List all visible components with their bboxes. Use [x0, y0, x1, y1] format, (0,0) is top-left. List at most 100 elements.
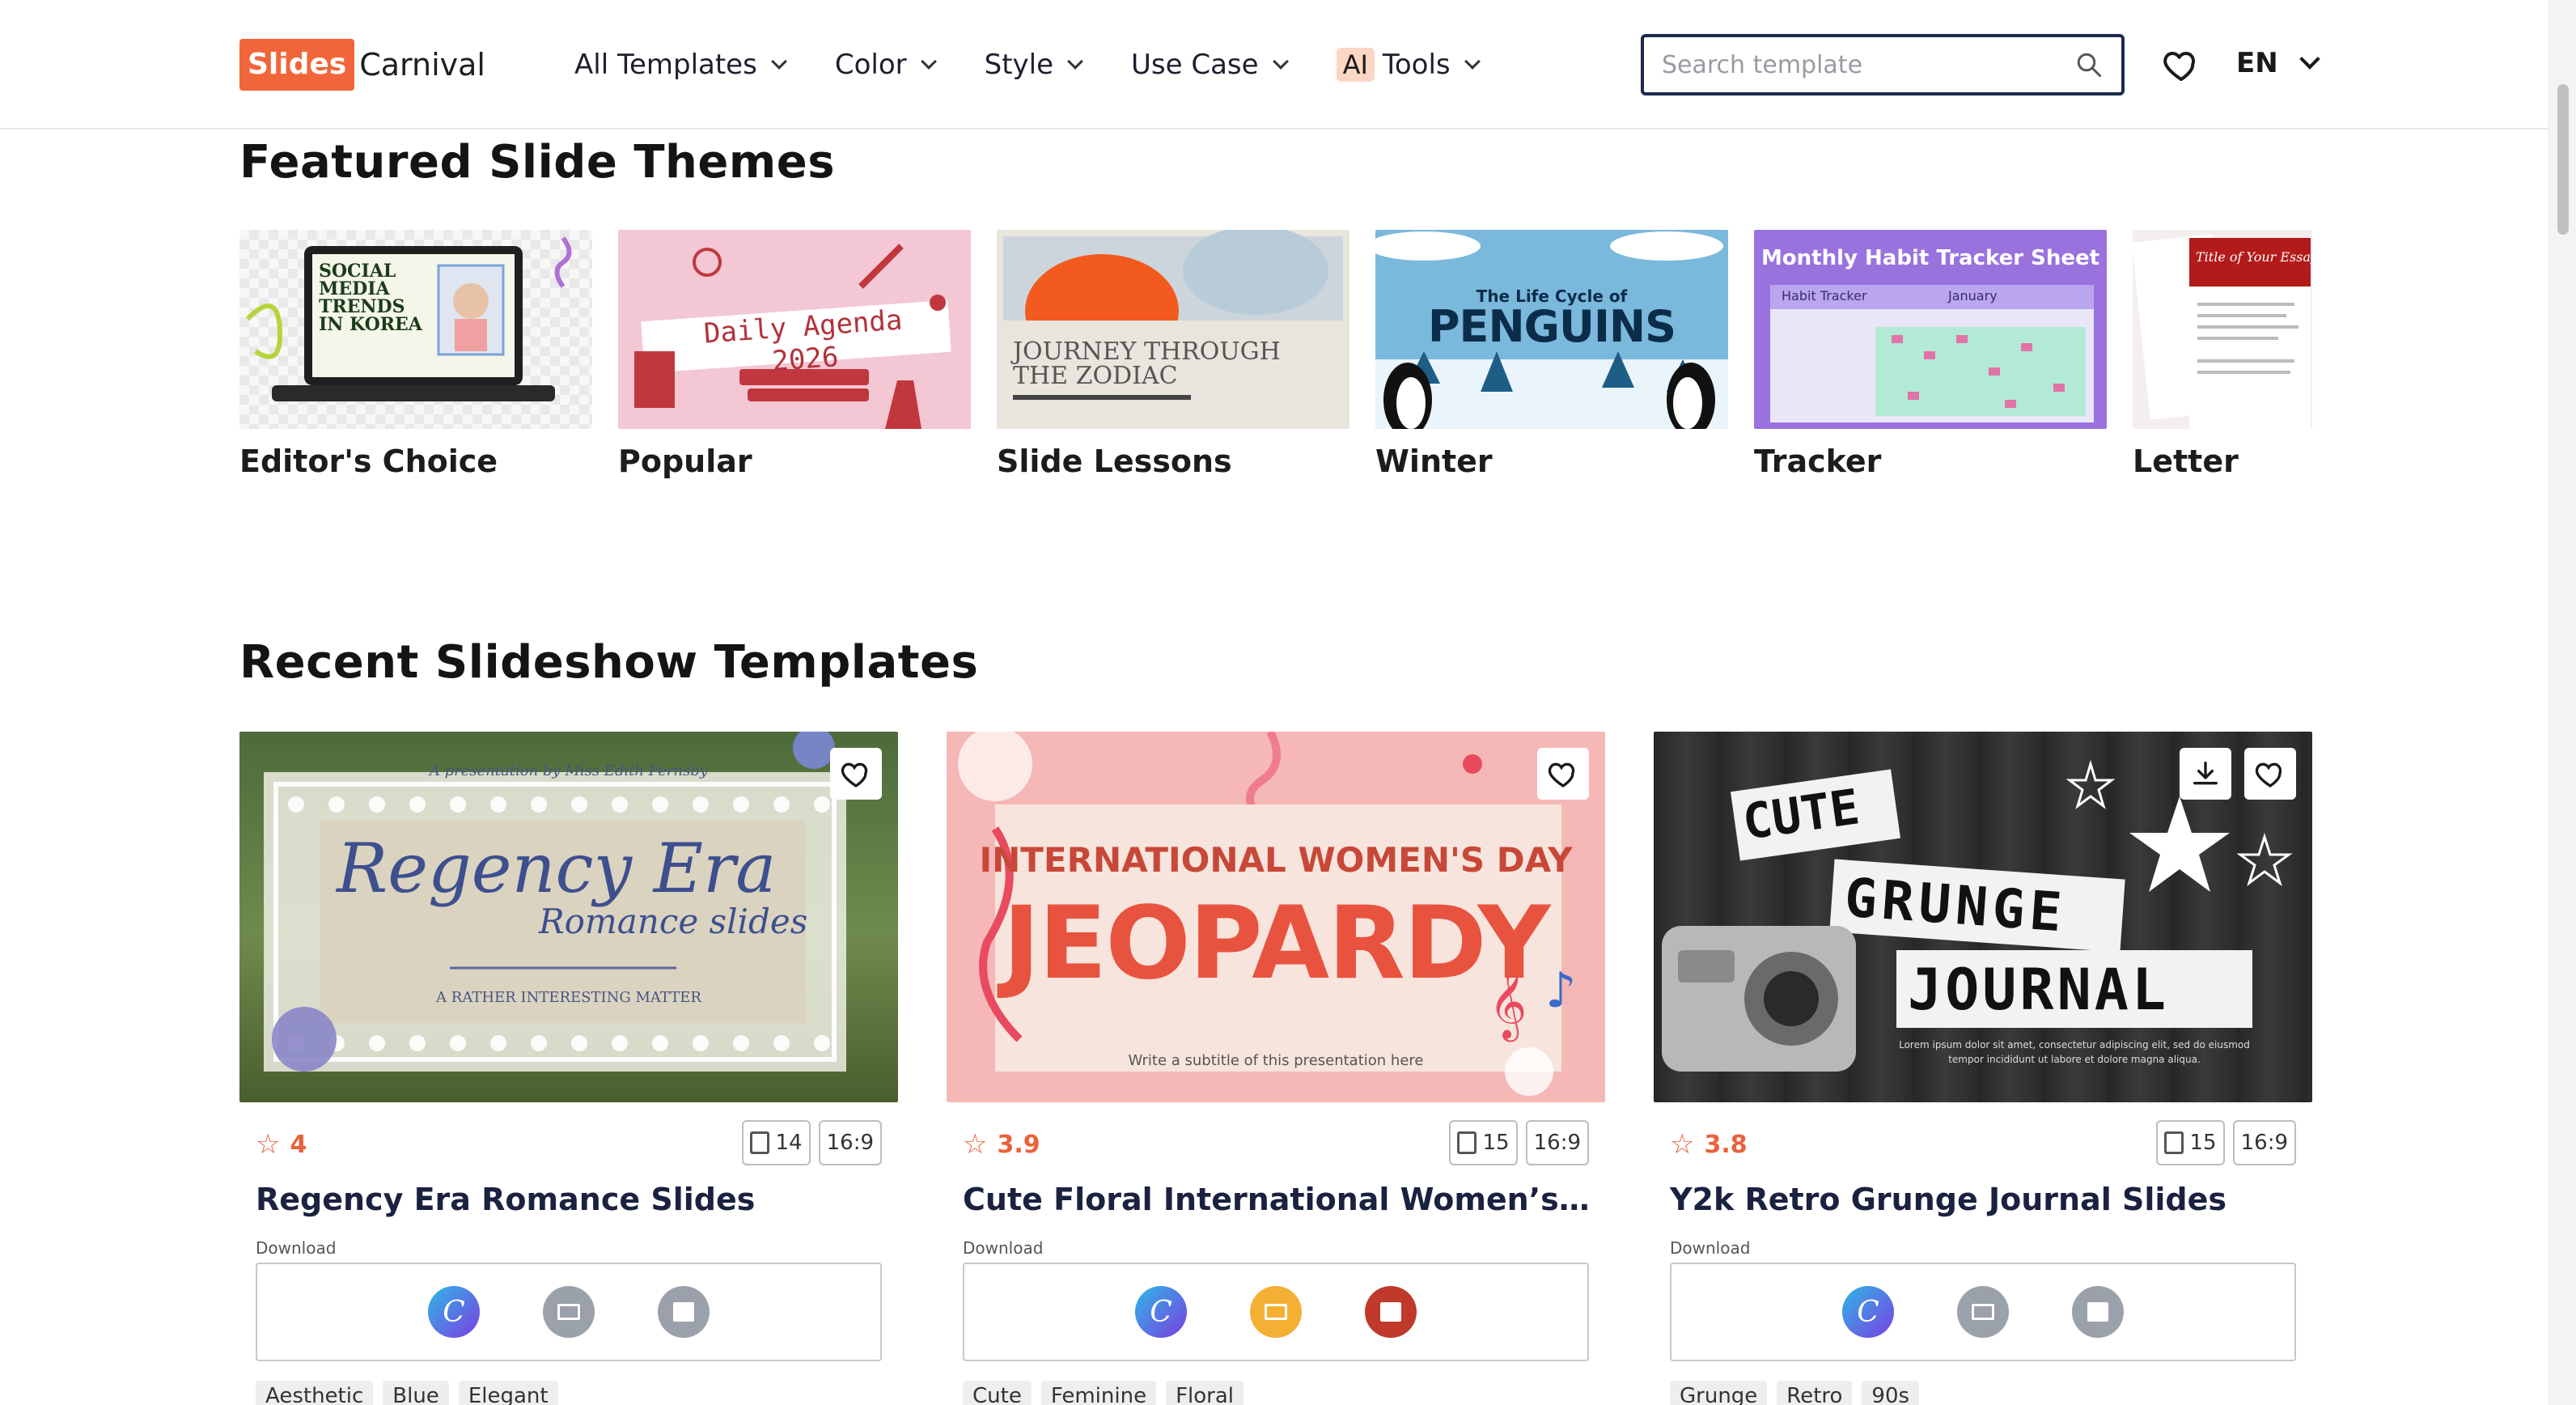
card-title[interactable]: Cute Floral International Women’s Day J.… — [963, 1182, 1594, 1217]
template-card: CUTE GRUNGE JOURNAL Lorem ipsum dolor si… — [1654, 732, 2312, 1405]
featured-item-slide-lessons[interactable]: JOURNEY THROUGH THE ZODIAC Slide Lessons — [997, 230, 1349, 479]
language-selector[interactable]: EN — [2236, 47, 2320, 79]
featured-label: Editor's Choice — [239, 444, 498, 479]
thumb-text: Monthly Habit Tracker Sheet — [1760, 246, 2100, 270]
card-badges: 15 16:9 — [2148, 1120, 2296, 1165]
template-thumbnail[interactable]: A presentation by Miss Edith Fernsby Reg… — [239, 732, 898, 1102]
google-slides-icon[interactable] — [1957, 1286, 2009, 1338]
thumb-title: JEOPARDY — [1002, 885, 1551, 1002]
favorites-heart-icon[interactable] — [2160, 44, 2202, 86]
card-title[interactable]: Y2k Retro Grunge Journal Slides — [1670, 1182, 2301, 1217]
download-label: Download — [1670, 1238, 1751, 1258]
chevron-down-icon — [1464, 53, 1481, 70]
card-badges: 15 16:9 — [1441, 1120, 1589, 1165]
nav-color[interactable]: Color — [834, 49, 937, 81]
nav-use-case[interactable]: Use Case — [1131, 49, 1289, 81]
powerpoint-icon[interactable] — [658, 1286, 710, 1338]
favorite-heart-icon[interactable] — [1537, 748, 1589, 800]
featured-label: Popular — [618, 444, 752, 479]
pages-icon — [1456, 1131, 1477, 1154]
featured-themes-row: SOCIAL MEDIA TRENDS IN KOREA Editor's Ch… — [239, 230, 2312, 489]
pages-icon — [2163, 1131, 2184, 1154]
card-meta: ☆ 3.8 15 16:9 — [1670, 1118, 2296, 1167]
tag[interactable]: Retro — [1777, 1381, 1853, 1405]
nav-all-templates[interactable]: All Templates — [574, 49, 787, 81]
featured-item-letter[interactable]: Title of Your Essay Letter — [2133, 230, 2312, 479]
tag[interactable]: Elegant — [458, 1381, 558, 1405]
pages-count: 15 — [2189, 1131, 2217, 1155]
tag-list: Cute Feminine Floral — [963, 1381, 1253, 1405]
nav-label: Tools — [1382, 49, 1451, 81]
favorite-heart-icon[interactable] — [2244, 748, 2296, 800]
featured-label: Tracker — [1754, 444, 1882, 479]
thumb-bottom-text: Write a subtitle of this presentation he… — [1128, 1052, 1424, 1069]
recent-section-title: Recent Slideshow Templates — [239, 636, 979, 689]
thumb-title: Regency Era — [337, 829, 777, 908]
nav-ai-tools[interactable]: AI Tools — [1336, 48, 1481, 82]
rating: ☆ 3.8 — [1670, 1128, 1748, 1161]
search-box — [1641, 34, 2125, 96]
tag[interactable]: Feminine — [1040, 1381, 1157, 1405]
tag-list: Aesthetic Blue Elegant — [256, 1381, 568, 1405]
search-icon[interactable] — [2074, 50, 2104, 79]
logo-mark: Slides — [239, 39, 355, 91]
ratio-badge: 16:9 — [2232, 1120, 2296, 1165]
download-icon[interactable] — [2180, 748, 2231, 800]
template-thumbnail[interactable]: CUTE GRUNGE JOURNAL Lorem ipsum dolor si… — [1654, 732, 2312, 1102]
template-thumbnail[interactable]: 𝄞 ♪ INTERNATIONAL WOMEN'S DAY JEOPARDY W… — [947, 732, 1605, 1102]
nav-label: All Templates — [574, 49, 757, 81]
card-meta: ☆ 3.9 15 16:9 — [963, 1118, 1589, 1167]
tag[interactable]: Aesthetic — [256, 1381, 374, 1405]
chevron-down-icon — [1067, 53, 1083, 70]
featured-item-tracker[interactable]: Monthly Habit Tracker Sheet Habit Tracke… — [1754, 230, 2107, 479]
tag[interactable]: Cute — [963, 1381, 1032, 1405]
canva-icon[interactable]: C — [1135, 1286, 1187, 1338]
thumb-subtitle: Romance slides — [539, 902, 808, 941]
download-options: C — [963, 1263, 1589, 1361]
download-options: C — [1670, 1263, 2296, 1361]
featured-section-title: Featured Slide Themes — [239, 136, 836, 189]
pages-count: 15 — [1482, 1131, 1510, 1155]
thumb-line3: JOURNAL — [1908, 957, 2170, 1023]
featured-item-winter[interactable]: The Life Cycle of PENGUINS Winter — [1375, 230, 1728, 479]
featured-item-popular[interactable]: Daily Agenda 2026 Popular — [618, 230, 971, 479]
canva-icon[interactable]: C — [1842, 1286, 1894, 1338]
tag[interactable]: 90s — [1862, 1381, 1920, 1405]
page-scrollbar[interactable] — [2548, 0, 2576, 1405]
site-logo[interactable]: Slides Carnival — [239, 39, 485, 91]
thumb-text: SOCIAL MEDIA TRENDS IN KOREA — [319, 261, 422, 335]
thumb-subtitle: INTERNATIONAL WOMEN'S DAY — [979, 840, 1573, 880]
tag[interactable]: Floral — [1166, 1381, 1244, 1405]
nav-style[interactable]: Style — [985, 49, 1083, 81]
nav-label: Color — [834, 49, 907, 81]
google-slides-icon[interactable] — [543, 1286, 595, 1338]
site-header: Slides Carnival All Templates Color Styl… — [0, 0, 2548, 129]
card-meta: ☆ 4 14 16:9 — [256, 1118, 882, 1167]
chevron-down-icon — [2298, 49, 2320, 70]
featured-thumbnail: JOURNEY THROUGH THE ZODIAC — [997, 230, 1349, 429]
scrollbar-thumb[interactable] — [2557, 84, 2569, 235]
featured-thumbnail: Daily Agenda 2026 — [618, 230, 971, 429]
featured-thumbnail: SOCIAL MEDIA TRENDS IN KOREA — [239, 230, 592, 429]
thumb-text: Title of Your Essay — [2196, 249, 2312, 265]
tag[interactable]: Blue — [383, 1381, 449, 1405]
google-slides-icon[interactable] — [1250, 1286, 1302, 1338]
card-title[interactable]: Regency Era Romance Slides — [256, 1182, 887, 1217]
search-input[interactable] — [1662, 50, 2074, 79]
star-icon: ☆ — [256, 1128, 281, 1161]
thumb-top-text: A presentation by Miss Edith Fernsby — [429, 762, 709, 779]
tag[interactable]: Grunge — [1670, 1381, 1768, 1405]
powerpoint-icon[interactable] — [2072, 1286, 2124, 1338]
powerpoint-icon[interactable] — [1365, 1286, 1417, 1338]
featured-label: Letter — [2133, 444, 2239, 479]
rating: ☆ 4 — [256, 1128, 307, 1161]
logo-wordmark: Carnival — [359, 47, 485, 83]
ratio-badge: 16:9 — [818, 1120, 882, 1165]
star-icon: ☆ — [963, 1128, 988, 1161]
canva-icon[interactable]: C — [428, 1286, 480, 1338]
featured-item-editors-choice[interactable]: SOCIAL MEDIA TRENDS IN KOREA Editor's Ch… — [239, 230, 592, 479]
download-label: Download — [256, 1238, 337, 1258]
favorite-heart-icon[interactable] — [830, 748, 882, 800]
star-icon: ☆ — [1670, 1128, 1695, 1161]
featured-label: Slide Lessons — [997, 444, 1232, 479]
